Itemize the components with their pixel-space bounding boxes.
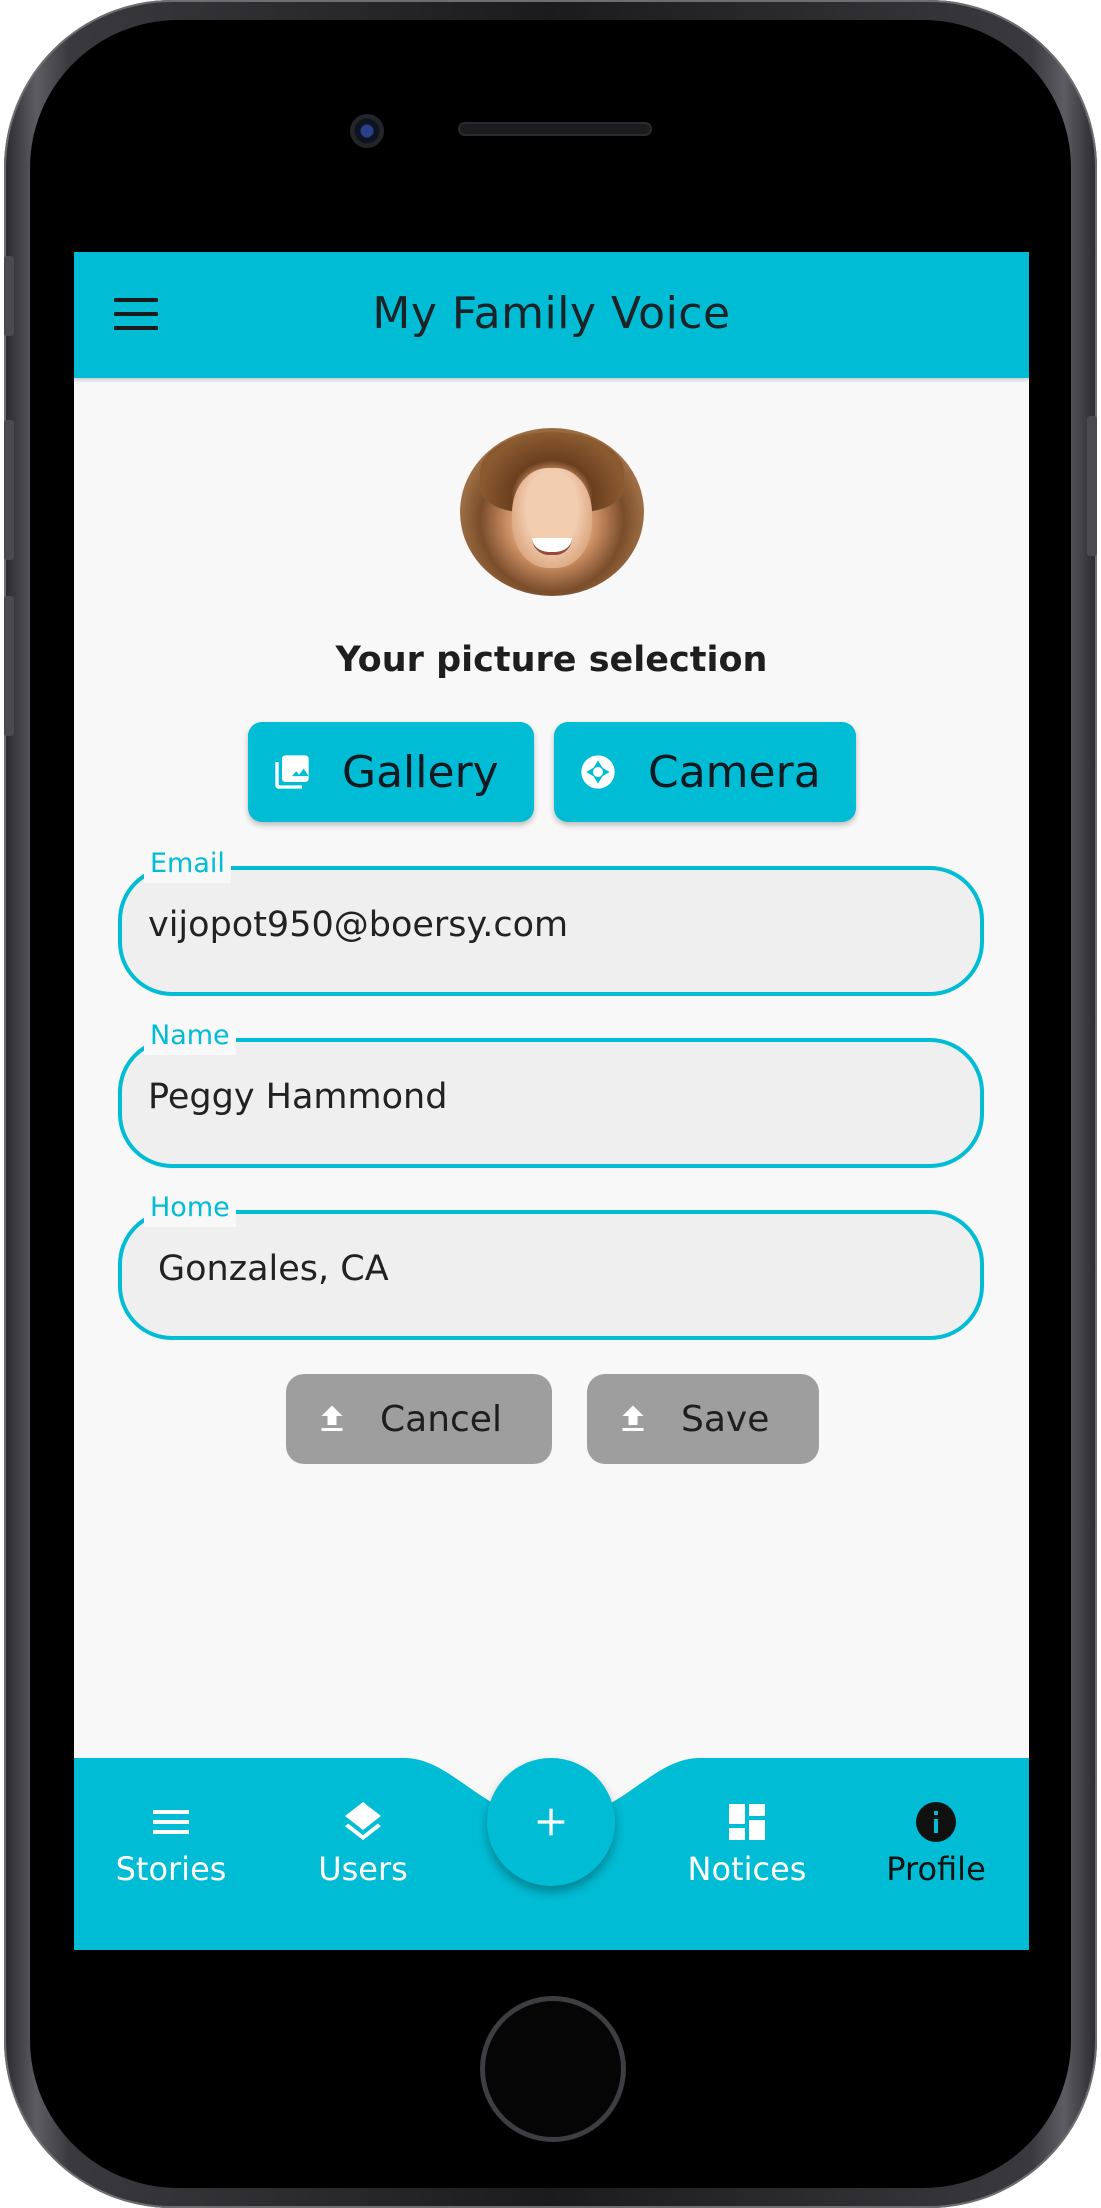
add-fab-button[interactable] — [487, 1758, 615, 1886]
email-label: Email — [144, 848, 231, 883]
dashboard-icon — [729, 1804, 765, 1840]
layers-icon — [345, 1802, 381, 1841]
mute-switch — [4, 256, 14, 336]
name-input[interactable] — [146, 1076, 950, 1118]
email-input[interactable] — [146, 904, 950, 946]
nav-item-stories[interactable]: Stories — [86, 1798, 256, 1908]
volume-up-button — [4, 420, 14, 560]
camera-button[interactable]: Camera — [554, 722, 856, 822]
nav-label-profile: Profile — [886, 1850, 986, 1888]
list-icon — [153, 1810, 189, 1834]
nav-label-notices: Notices — [687, 1850, 807, 1888]
name-field[interactable]: Name — [118, 1020, 984, 1168]
upload-icon — [321, 1405, 343, 1431]
picture-selection-label: Your picture selection — [335, 640, 768, 680]
gallery-button[interactable]: Gallery — [248, 722, 534, 822]
nav-item-users[interactable]: Users — [278, 1798, 448, 1908]
cancel-button[interactable]: Cancel — [286, 1374, 552, 1464]
photo-library-icon — [275, 755, 309, 789]
front-camera — [350, 114, 384, 148]
earpiece-speaker — [458, 122, 652, 136]
power-button — [1087, 416, 1097, 556]
plus-icon — [537, 1808, 565, 1836]
upload-icon — [622, 1405, 644, 1431]
home-label: Home — [144, 1192, 236, 1227]
app-screen: My Family Voice Your picture selection G… — [74, 252, 1029, 1950]
app-title: My Family Voice — [372, 288, 731, 339]
save-button[interactable]: Save — [587, 1374, 819, 1464]
info-icon — [916, 1802, 956, 1842]
save-label: Save — [681, 1398, 770, 1440]
name-label: Name — [144, 1020, 236, 1055]
camera-shutter-icon — [581, 755, 615, 789]
nav-item-profile[interactable]: Profile — [851, 1798, 1021, 1908]
camera-label: Camera — [648, 746, 821, 798]
home-input[interactable] — [156, 1248, 960, 1290]
home-field[interactable]: Home — [118, 1192, 984, 1340]
nav-item-notices[interactable]: Notices — [662, 1798, 832, 1908]
nav-label-stories: Stories — [115, 1850, 227, 1888]
nav-label-users: Users — [318, 1850, 408, 1888]
home-button[interactable] — [480, 1996, 626, 2142]
gallery-label: Gallery — [342, 746, 499, 798]
volume-down-button — [4, 596, 14, 736]
cancel-label: Cancel — [380, 1398, 502, 1440]
avatar — [460, 428, 644, 596]
app-bar: My Family Voice — [74, 252, 1029, 378]
email-field[interactable]: Email — [118, 848, 984, 996]
